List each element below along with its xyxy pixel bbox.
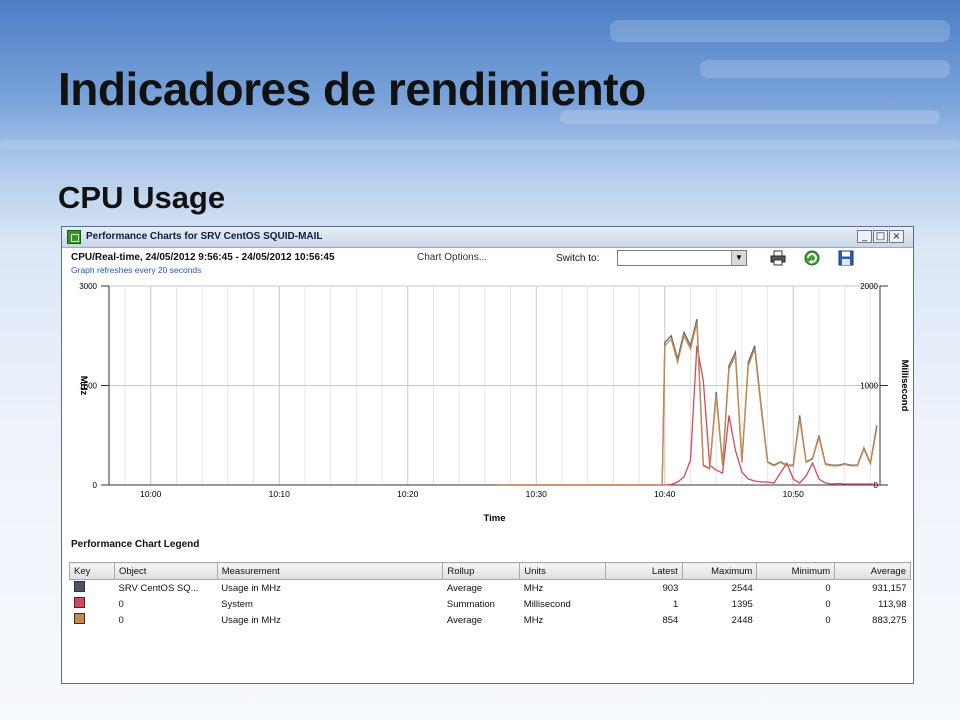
chevron-down-icon[interactable]: ▼ bbox=[731, 251, 746, 265]
legend-cell-units: MHz bbox=[523, 614, 544, 626]
window-titlebar[interactable]: Performance Charts for SRV CentOS SQUID-… bbox=[62, 227, 913, 248]
legend-cell-minimum: 0 bbox=[825, 582, 831, 594]
close-button[interactable]: × bbox=[889, 230, 904, 243]
x-tick-label: 10:10 bbox=[269, 489, 291, 499]
legend-cell-measurement: Usage in MHz bbox=[221, 582, 281, 594]
series-line-2 bbox=[497, 345, 877, 486]
x-tick-label: 10:50 bbox=[783, 489, 805, 499]
minimize-button[interactable]: _ bbox=[857, 230, 872, 243]
legend-key bbox=[70, 580, 115, 597]
legend-header-object[interactable]: Object bbox=[113, 562, 218, 580]
cpu-chart: 01500300001000200010:00 10:10 10:20 10:30 10… bbox=[78, 282, 910, 524]
legend-cell-object: 0 bbox=[118, 598, 124, 610]
chart-options-link[interactable]: Chart Options... bbox=[417, 252, 487, 263]
switch-to-select[interactable]: ▼ bbox=[617, 250, 747, 266]
legend-row[interactable]: 0 Usage in MHz Average MHz 854 2448 0 883,275 bbox=[70, 612, 911, 628]
refresh-icon[interactable] bbox=[804, 250, 820, 266]
legend-header-latest[interactable]: Latest bbox=[605, 562, 683, 580]
legend-header-measurement[interactable]: Measurement bbox=[216, 562, 444, 580]
legend-cell-minimum: 0 bbox=[825, 614, 831, 626]
legend-cell-average: 113,98 bbox=[878, 598, 907, 610]
legend-header-maximum[interactable]: Maximum bbox=[681, 562, 758, 580]
time-range-label: CPU/Real-time, 24/05/2012 9:56:45 - 24/0… bbox=[71, 252, 335, 263]
legend-table: Key Object Measurement Rollup Units Latest Max… bbox=[69, 562, 911, 628]
legend-cell-latest: 854 bbox=[662, 614, 679, 626]
legend-header-minimum[interactable]: Minimum bbox=[756, 562, 836, 580]
print-icon[interactable] bbox=[770, 250, 786, 266]
y-tick-label-left: 0 bbox=[93, 481, 98, 490]
legend-cell-object: SRV CentOS SQ... bbox=[118, 582, 199, 594]
x-tick-label: 10:00 bbox=[140, 489, 162, 499]
color-swatch bbox=[73, 597, 85, 608]
legend-cell-maximum: 2544 bbox=[731, 582, 753, 594]
legend-row[interactable]: 0 System Summation Millisecond 1 1395 0 113,98 bbox=[70, 596, 911, 612]
legend-cell-average: 883,275 bbox=[872, 614, 907, 626]
legend-cell-maximum: 2448 bbox=[731, 614, 753, 626]
legend-cell-latest: 1 bbox=[673, 598, 679, 610]
x-axis-title: Time bbox=[483, 513, 505, 524]
slide-subtitle: CPU Usage bbox=[58, 180, 226, 215]
refresh-note: Graph refreshes every 20 seconds bbox=[71, 265, 202, 275]
legend-cell-average: 931,157 bbox=[872, 582, 907, 594]
x-tick-label: 10:20 bbox=[397, 489, 419, 499]
legend-header-units[interactable]: Units bbox=[519, 562, 607, 580]
legend-header-key[interactable]: Key bbox=[69, 562, 115, 580]
legend-cell-maximum: 1395 bbox=[731, 598, 753, 610]
performance-chart-window: Performance Charts for SRV CentOS SQUID-… bbox=[61, 226, 914, 684]
legend-title: Performance Chart Legend bbox=[71, 539, 200, 550]
y-axis-title-right: Millisecond bbox=[899, 360, 910, 412]
y-tick-label-left: 3000 bbox=[79, 282, 97, 291]
chart-labels: 01500300001000200010:00 10:10 10:20 10:30 10… bbox=[78, 282, 910, 524]
y-axis-title-left: MHz bbox=[78, 376, 89, 396]
chart-grid bbox=[109, 285, 880, 485]
x-tick-label: 10:40 bbox=[654, 489, 676, 499]
maximize-button[interactable]: □ bbox=[873, 230, 888, 243]
series-line-1 bbox=[497, 319, 878, 486]
chart-series bbox=[497, 319, 878, 486]
y-tick-label-right: 0 bbox=[874, 481, 879, 490]
legend-cell-rollup: Average bbox=[446, 614, 483, 626]
color-swatch bbox=[73, 613, 85, 624]
x-tick-label: 10:30 bbox=[526, 489, 548, 499]
save-icon[interactable] bbox=[838, 250, 854, 266]
legend-header-rollup[interactable]: Rollup bbox=[442, 562, 521, 580]
legend-cell-rollup: Average bbox=[446, 582, 483, 594]
legend-key bbox=[70, 612, 115, 628]
legend-cell-latest: 903 bbox=[662, 582, 679, 594]
y-tick-label-right: 1000 bbox=[860, 382, 878, 391]
y-tick-label-right: 2000 bbox=[860, 282, 878, 291]
series-line-3 bbox=[497, 322, 878, 486]
legend-cell-object: 0 bbox=[118, 614, 124, 626]
color-swatch bbox=[73, 581, 85, 592]
legend-key bbox=[70, 596, 115, 612]
legend-cell-units: MHz bbox=[523, 582, 544, 594]
chart-toolbar: CPU/Real-time, 24/05/2012 9:56:45 - 24/0… bbox=[62, 248, 913, 280]
switch-to-label: Switch to: bbox=[556, 253, 600, 264]
legend-header-average[interactable]: Average bbox=[834, 562, 911, 580]
legend-cell-units: Millisecond bbox=[523, 598, 571, 610]
slide-title: Indicadores de rendimiento bbox=[58, 63, 646, 115]
window-title: Performance Charts for SRV CentOS SQUID-… bbox=[86, 231, 323, 242]
legend-row[interactable]: SRV CentOS SQ... Usage in MHz Average MHz 90… bbox=[70, 580, 911, 597]
legend-cell-measurement: Usage in MHz bbox=[221, 614, 281, 626]
legend-cell-rollup: Summation bbox=[446, 598, 495, 610]
legend-cell-measurement: System bbox=[221, 598, 253, 610]
legend-cell-minimum: 0 bbox=[825, 598, 831, 610]
app-icon bbox=[67, 230, 81, 244]
